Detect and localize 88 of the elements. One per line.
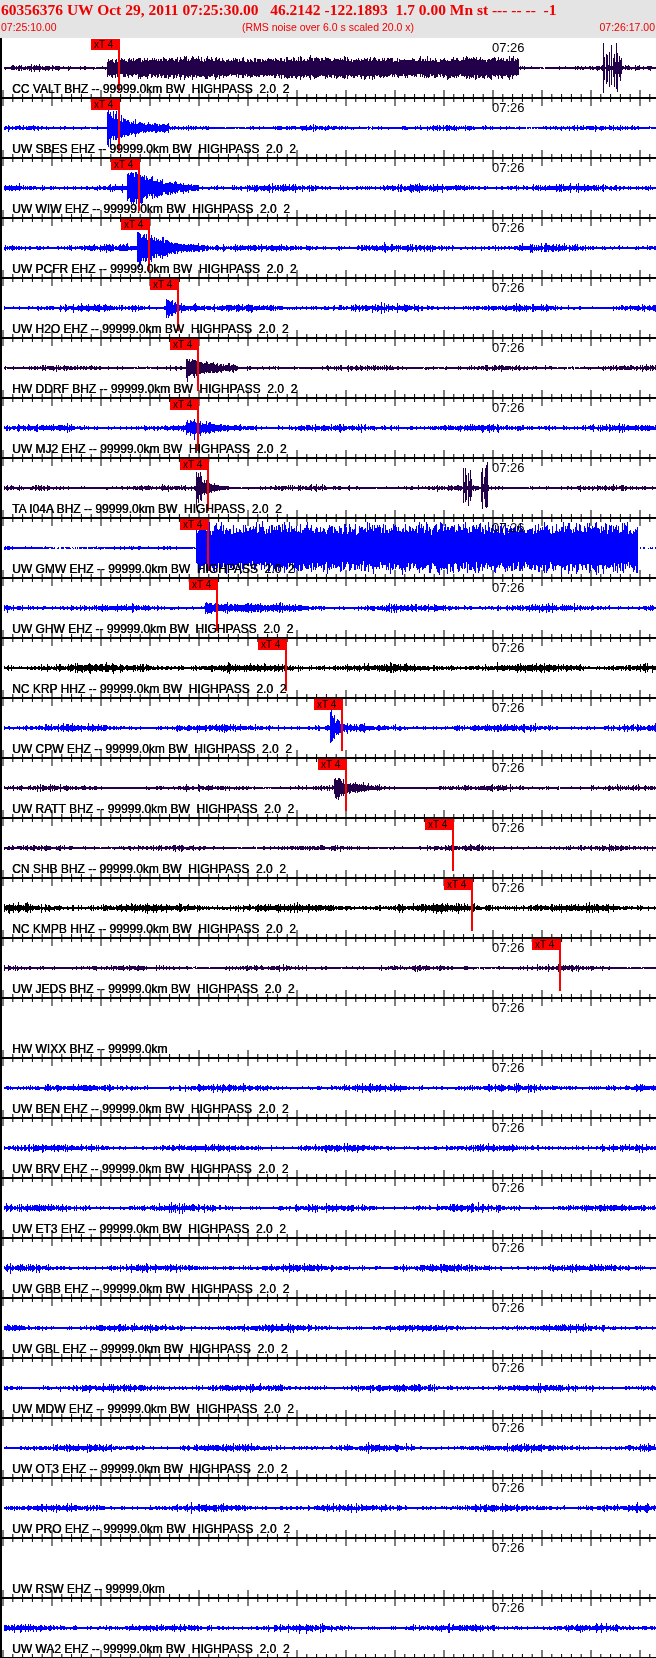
channel-label: UW BEN EHZ -- 99999.0km BW HIGHPASS 2.0 2	[12, 1103, 289, 1116]
time-label: 07:26	[492, 1301, 525, 1315]
time-label: 07:26	[492, 221, 525, 235]
time-label: 07:26	[492, 281, 525, 295]
pick-line	[216, 579, 218, 631]
pick-label: xT 4	[170, 339, 198, 350]
pick-label: xT 4	[111, 159, 139, 170]
time-label: 07:26	[492, 1361, 525, 1375]
time-label: 07:26	[492, 401, 525, 415]
channel-label: UW ET3 EHZ -- 99999.0km BW HIGHPASS 2.0 2	[12, 1223, 286, 1236]
channel-label: HW DDRF BHZ -- 99999.0km BW HIGHPASS 2.0 2	[12, 383, 298, 396]
time-label: 07:26	[492, 1181, 525, 1195]
channel-label: UW SBES EHZ -- 99999.0km BW HIGHPASS 2.0 2	[12, 143, 296, 156]
channel-label: UW PRO EHZ -- 99999.0km BW HIGHPASS 2.0 2	[12, 1523, 290, 1536]
channel-label: NC KMPB HHZ -- 99999.0km BW HIGHPASS 2.0 2	[12, 923, 296, 936]
time-label: 07:26	[492, 581, 525, 595]
time-label: 07:26	[492, 1061, 525, 1075]
channel-label: UW MJ2 EHZ -- 99999.0km BW HIGHPASS 2.0 2	[12, 443, 287, 456]
channel-label: UW JEDS BHZ -- 99999.0km BW HIGHPASS 2.0 2	[12, 983, 295, 996]
pick-label: xT 4	[258, 639, 286, 650]
pick-label: xT 4	[170, 399, 198, 410]
time-label: 07:26	[492, 1121, 525, 1135]
pick-label: xT 4	[318, 759, 346, 770]
pick-label: xT 4	[121, 219, 149, 230]
pick-line	[118, 99, 120, 151]
pick-label: xT 4	[444, 879, 472, 890]
pick-label: xT 4	[314, 699, 342, 710]
time-label: 07:26	[492, 941, 525, 955]
start-time: 07:25:10.00	[1, 20, 57, 34]
channel-label: UW GBL EHZ -- 99999.0km BW HIGHPASS 2.0 2	[12, 1343, 288, 1356]
pick-line	[138, 159, 140, 211]
pick-label: xT 4	[150, 279, 178, 290]
pick-line	[177, 279, 179, 331]
end-time: 07:26:17.00	[599, 20, 655, 34]
pick-line	[148, 219, 150, 271]
time-label: 07:26	[492, 641, 525, 655]
channel-label: UW BRV EHZ -- 99999.0km BW HIGHPASS 2.0 2	[12, 1163, 289, 1176]
pick-line	[197, 399, 199, 451]
time-label: 07:26	[492, 701, 525, 715]
channel-label: TA I04A BHZ -- 99999.0km BW HIGHPASS 2.0 2	[12, 503, 282, 516]
pick-label: xT 4	[91, 39, 119, 50]
time-label: 07:26	[492, 1001, 525, 1015]
channel-label: HW WIXX BHZ -- 99999.0km	[12, 1043, 168, 1056]
channel-label: UW CPW EHZ -- 99999.0km BW HIGHPASS 2.0 2	[12, 743, 292, 756]
pick-line	[559, 939, 561, 991]
pick-line	[207, 459, 209, 511]
pick-label: xT 4	[532, 939, 560, 950]
time-label: 07:26	[492, 341, 525, 355]
time-label: 07:26	[492, 1481, 525, 1495]
pick-label: xT 4	[91, 99, 119, 110]
time-label: 07:26	[492, 821, 525, 835]
pick-line	[471, 879, 473, 931]
pick-label: xT 4	[425, 819, 453, 830]
event-title: 60356376 UW Oct 29, 2011 07:25:30.00 46.2142 -122.1893 1.7 0.00 Mn st --- -- -- -1	[1, 0, 558, 20]
channel-label: UW GBB EHZ -- 99999.0km BW HIGHPASS 2.0 2	[12, 1283, 290, 1296]
channel-label: CN SHB BHZ -- 99999.0km BW HIGHPASS 2.0 2	[12, 863, 286, 876]
time-label: 07:26	[492, 1601, 525, 1615]
pick-line	[341, 699, 343, 751]
pick-line	[285, 639, 287, 691]
channel-label: UW OT3 EHZ -- 99999.0km BW HIGHPASS 2.0 2	[12, 1463, 288, 1476]
time-label: 07:26	[492, 1421, 525, 1435]
time-label: 07:26	[492, 1241, 525, 1255]
channel-label: NC KRP HHZ -- 99999.0km BW HIGHPASS 2.0 2	[12, 683, 287, 696]
pick-label: xT 4	[189, 579, 217, 590]
scale-note: (RMS noise over 6.0 s scaled 20.0 x)	[241, 20, 415, 34]
channel-label: UW MDW EHZ -- 99999.0km BW HIGHPASS 2.0 2	[12, 1403, 294, 1416]
channel-label: UW WA2 EHZ -- 99999.0km BW HIGHPASS 2.0 2	[12, 1643, 290, 1656]
time-label: 07:26	[492, 881, 525, 895]
pick-line	[207, 519, 209, 571]
pick-line	[452, 819, 454, 871]
channel-label: UW WIW EHZ -- 99999.0km BW HIGHPASS 2.0 2	[12, 203, 290, 216]
time-label: 07:26	[492, 1541, 525, 1555]
channel-label: UW GHW EHZ -- 99999.0km BW HIGHPASS 2.0 2	[12, 623, 294, 636]
pick-label: xT 4	[180, 459, 208, 470]
channel-label: UW H2O EHZ -- 99999.0km BW HIGHPASS 2.0 2	[12, 323, 289, 336]
pick-line	[197, 339, 199, 391]
time-label: 07:26	[492, 101, 525, 115]
pick-line	[118, 39, 120, 91]
channel-label: UW RATT BHZ -- 99999.0km BW HIGHPASS 2.0 2	[12, 803, 295, 816]
pick-line	[345, 759, 347, 811]
channel-label: UW RSW EHZ -- 99999.0km	[12, 1583, 165, 1596]
pick-label: xT 4	[180, 519, 208, 530]
channel-label: CC VALT BHZ -- 99999.0km BW HIGHPASS 2.0 2	[12, 83, 290, 96]
time-label: 07:26	[492, 761, 525, 775]
time-label: 07:26	[492, 161, 525, 175]
channel-label: UW PCFR EHZ -- 99999.0km BW HIGHPASS 2.0 2	[12, 263, 297, 276]
time-label: 07:26	[492, 41, 525, 55]
time-label: 07:26	[492, 461, 525, 475]
